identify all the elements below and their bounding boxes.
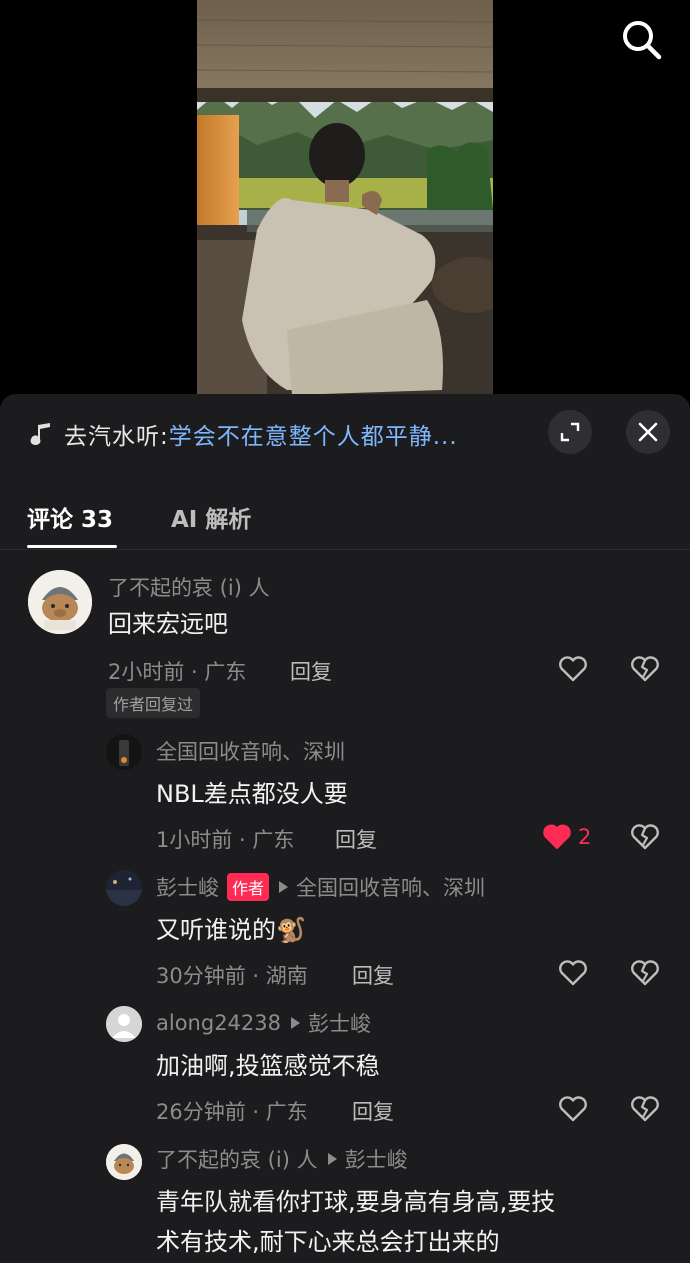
reply-text: 加油啊,投篮感觉不稳 — [156, 1052, 380, 1080]
reply-item: 了不起的哀 (i) 人 彭士峻 青年队就看你打球,要身高有身高,要技 术有技术,… — [0, 1140, 690, 1263]
like-button[interactable] — [558, 652, 592, 686]
heart-icon — [559, 960, 587, 986]
reply-time-location: 30分钟前 · 湖南 — [156, 964, 308, 988]
heart-icon — [559, 656, 587, 682]
expand-button[interactable] — [548, 410, 592, 454]
like-button[interactable] — [558, 956, 592, 990]
reply-to-username[interactable]: 彭士峻 — [345, 1144, 408, 1174]
search-button[interactable] — [619, 17, 665, 63]
dislike-button[interactable] — [630, 1092, 664, 1126]
close-button[interactable] — [626, 410, 670, 454]
reply-username[interactable]: 了不起的哀 (i) 人 彭士峻 — [156, 1144, 408, 1174]
video-frame[interactable] — [197, 0, 493, 400]
reply-time-location: 26分钟前 · 广东 — [156, 1100, 308, 1124]
reply-to-arrow-icon — [291, 1017, 300, 1029]
reply-to-arrow-icon — [327, 1153, 337, 1165]
broken-heart-icon — [631, 1096, 659, 1122]
reply-text: 又听谁说的🐒 — [156, 916, 306, 944]
avatar[interactable] — [106, 1144, 142, 1180]
reply-item: 彭士峻 作者 全国回收音响、深圳 又听谁说的🐒 30分钟前 · 湖南 回复 — [0, 868, 690, 998]
reply-text-line-2: 术有技术,耐下心来总会打出来的 — [156, 1228, 500, 1256]
comment-tabs: 评论 33 AI 解析 — [0, 492, 690, 550]
avatar[interactable] — [28, 570, 92, 634]
reply-username[interactable]: 全国回收音响、深圳 — [156, 736, 345, 766]
heart-icon — [543, 824, 571, 849]
reply-item: 全国回收音响、深圳 NBL差点都没人要 1小时前 · 广东 回复 2 — [0, 732, 690, 862]
dislike-button[interactable] — [630, 820, 664, 854]
avatar[interactable] — [106, 870, 142, 906]
reply-button[interactable]: 回复 — [335, 824, 377, 854]
comment-time-location: 2小时前 · 广东 — [108, 660, 247, 684]
tab-comments[interactable]: 评论 33 — [27, 500, 113, 534]
reply-button[interactable]: 回复 — [352, 1096, 394, 1126]
reply-text-line-1: 青年队就看你打球,要身高有身高,要技 — [156, 1188, 556, 1216]
heart-icon — [559, 1096, 587, 1122]
reply-button[interactable]: 回复 — [290, 656, 332, 686]
like-button[interactable]: 2 — [542, 820, 602, 854]
video-thumbnail-image — [197, 0, 493, 400]
dislike-button[interactable] — [630, 652, 664, 686]
author-badge: 作者 — [227, 873, 270, 901]
close-icon — [638, 422, 658, 442]
reply-time-location: 1小时前 · 广东 — [156, 828, 295, 852]
comment-text: 回来宏远吧 — [108, 610, 228, 638]
reply-to-username[interactable]: 彭士峻 — [308, 1008, 371, 1038]
night-scene-avatar-image — [106, 870, 142, 906]
video-player[interactable] — [0, 0, 690, 400]
reply-button[interactable]: 回复 — [352, 960, 394, 990]
reply-username[interactable]: along24238 彭士峻 — [156, 1008, 371, 1038]
broken-heart-icon — [631, 656, 659, 682]
reply-item: along24238 彭士峻 加油啊,投篮感觉不稳 26分钟前 · 广东 回复 — [0, 1004, 690, 1134]
broken-heart-icon — [631, 960, 659, 986]
capybara-avatar-image — [28, 570, 92, 634]
dislike-button[interactable] — [630, 956, 664, 990]
music-link[interactable]: 去汽水听: 学会不在意整个人都平静... — [28, 412, 458, 456]
comment-username[interactable]: 了不起的哀 (i) 人 — [108, 572, 270, 602]
music-song-title[interactable]: 学会不在意整个人都平静... — [169, 417, 458, 451]
search-icon — [623, 21, 662, 60]
speaker-avatar-image — [106, 734, 142, 770]
comment-sheet: 去汽水听: 学会不在意整个人都平静... 评论 33 AI 解析 了不起的哀 (… — [0, 394, 690, 1263]
reply-username[interactable]: 彭士峻 作者 全国回收音响、深圳 — [156, 872, 485, 902]
comment-item: 了不起的哀 (i) 人 回来宏远吧 2小时前 · 广东 回复 作者回复过 — [0, 564, 690, 724]
avatar[interactable] — [106, 734, 142, 770]
active-tab-indicator — [27, 545, 117, 548]
music-source-label: 去汽水听: — [64, 424, 169, 450]
reply-to-username[interactable]: 全国回收音响、深圳 — [296, 872, 485, 902]
reply-to-arrow-icon — [279, 881, 289, 893]
like-button[interactable] — [558, 1092, 592, 1126]
broken-heart-icon — [631, 824, 659, 850]
reply-text: NBL差点都没人要 — [156, 780, 348, 808]
tab-ai-analysis[interactable]: AI 解析 — [171, 500, 251, 534]
capybara-avatar-image — [106, 1144, 142, 1180]
like-count: 2 — [578, 825, 592, 849]
music-note-icon — [30, 423, 50, 445]
author-replied-tag: 作者回复过 — [106, 688, 201, 718]
avatar[interactable] — [106, 1006, 142, 1042]
expand-icon — [560, 422, 580, 442]
default-user-avatar-icon — [106, 1006, 142, 1042]
